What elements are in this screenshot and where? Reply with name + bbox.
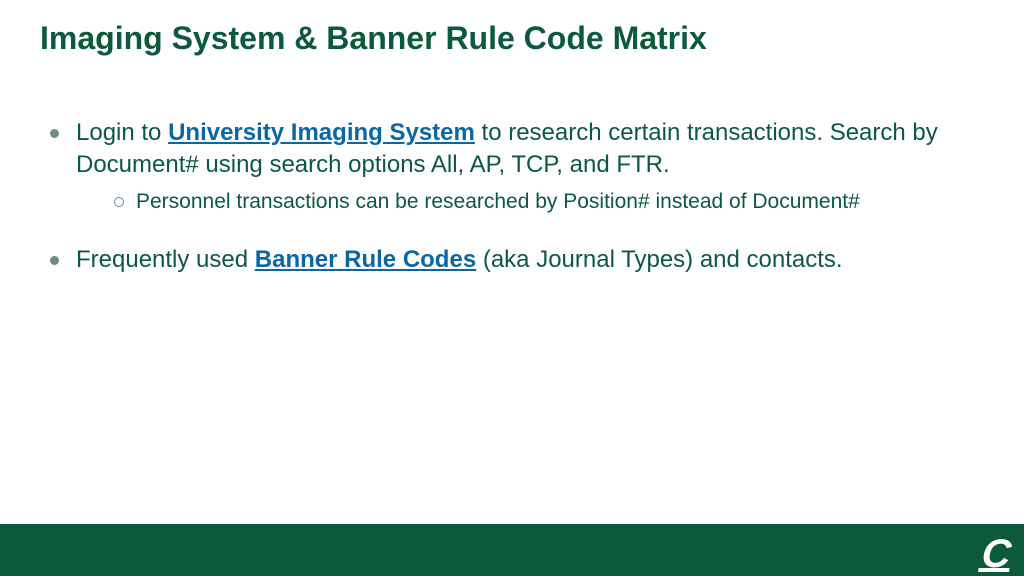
bullet-text-post: (aka Journal Types) and contacts.	[476, 246, 842, 273]
footer-bar: C	[0, 524, 1024, 576]
bullet-text-pre: Frequently used	[76, 246, 255, 273]
link-banner-rule-codes[interactable]: Banner Rule Codes	[255, 246, 476, 273]
slide-container: Imaging System & Banner Rule Code Matrix…	[0, 0, 1024, 576]
logo-icon: C	[980, 534, 1011, 574]
link-university-imaging-system[interactable]: University Imaging System	[168, 119, 475, 146]
sub-bullet-item: Personnel transactions can be researched…	[108, 188, 984, 216]
sub-bullet-list: Personnel transactions can be researched…	[76, 188, 984, 216]
slide-title: Imaging System & Banner Rule Code Matrix	[40, 20, 984, 57]
bullet-item: Frequently used Banner Rule Codes (aka J…	[40, 244, 984, 276]
bullet-item: Login to University Imaging System to re…	[40, 117, 984, 216]
bullet-text-pre: Login to	[76, 119, 168, 146]
bullet-list: Login to University Imaging System to re…	[40, 117, 984, 277]
